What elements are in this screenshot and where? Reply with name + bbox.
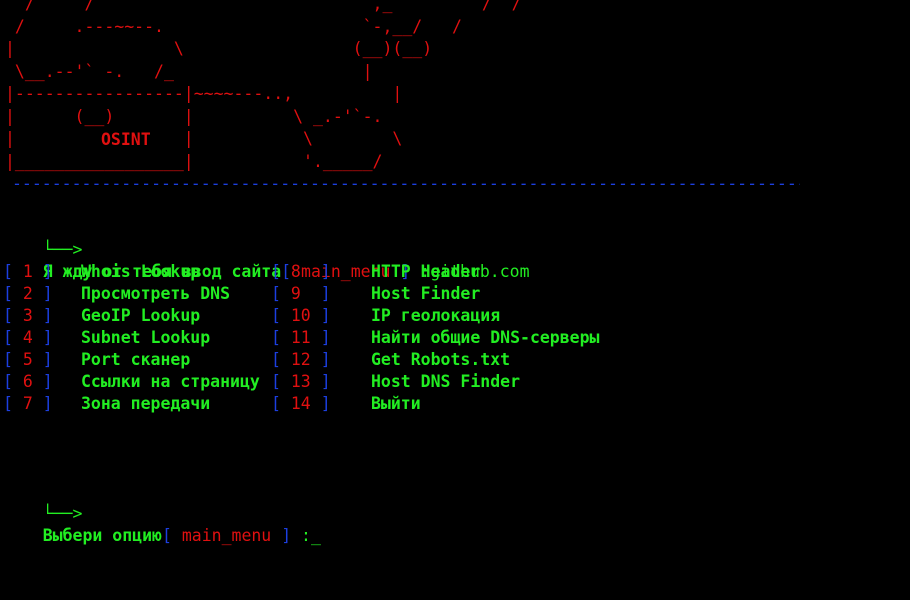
menu-option-label: Выйти — [371, 394, 421, 413]
bracket-close: ] — [281, 526, 292, 545]
bracket-close: ] — [320, 372, 331, 391]
menu-option-label: Просмотреть DNS — [81, 284, 231, 303]
option-number-value: 12 — [280, 350, 321, 369]
option-number: [ 1 ] — [3, 261, 53, 283]
option-number: [ 2 ] — [3, 283, 53, 305]
prompt-separator: : — [291, 526, 311, 545]
prompt-label: Выбери опцию — [42, 526, 162, 545]
option-number-value: 9 — [280, 284, 321, 303]
logo-art-text: / / ,_ / / / .---~~--. `-,__/ / | \ (__)… — [5, 0, 522, 171]
option-number: [ 7 ] — [3, 393, 53, 415]
bracket-open: [ — [3, 262, 13, 281]
menu-option-label: GeoIP Lookup — [81, 306, 201, 325]
bracket-close: ] — [320, 306, 331, 325]
bracket-open: [ — [271, 262, 281, 281]
bracket-close: ] — [42, 328, 53, 347]
menu-option-label: Whois Lookup — [81, 262, 201, 281]
bracket-open: [ — [3, 372, 13, 391]
menu-row: [ 5 ] Port сканер [ 12 ] Get Robots.txt — [0, 349, 910, 371]
option-number: [ 3 ] — [3, 305, 53, 327]
menu-option-label: Host Finder — [371, 284, 481, 303]
bracket-open: [ — [3, 394, 13, 413]
menu-option-label: IP геолокация — [371, 306, 501, 325]
option-number: [ 11 ] — [271, 327, 331, 349]
option-number-value: 3 — [12, 306, 43, 325]
option-number-value: 11 — [280, 328, 321, 347]
bracket-open: [ — [161, 526, 172, 545]
option-number: [ 9 ] — [271, 283, 331, 305]
bracket-close: ] — [42, 394, 53, 413]
option-number: [ 10 ] — [271, 305, 331, 327]
option-number-value: 4 — [12, 328, 43, 347]
bracket-close: ] — [320, 394, 331, 413]
option-number-value: 5 — [12, 350, 43, 369]
bracket-close: ] — [42, 350, 53, 369]
option-number: [ 8 ] — [271, 261, 331, 283]
osint-logo-label: OSINT — [101, 130, 151, 149]
bracket-open: [ — [3, 284, 13, 303]
option-number-value: 1 — [12, 262, 43, 281]
option-number: [ 13 ] — [271, 371, 331, 393]
option-number: [ 5 ] — [3, 349, 53, 371]
menu-row: [ 1 ] Whois Lookup [ 8 ] HTTP Header — [0, 261, 910, 283]
bracket-open: [ — [271, 350, 281, 369]
terminal-window[interactable]: / / ,_ / / / .---~~--. `-,__/ / | \ (__)… — [0, 0, 910, 600]
option-number: [ 6 ] — [3, 371, 53, 393]
bracket-close: ] — [320, 262, 331, 281]
bracket-open: [ — [3, 306, 13, 325]
menu-option-label: Subnet Lookup — [81, 328, 211, 347]
bracket-close: ] — [42, 262, 53, 281]
option-input-prompt[interactable]: └──> Выбери опцию[ main_menu ] :_ — [3, 481, 321, 569]
menu-option-label: Host DNS Finder — [371, 372, 521, 391]
menu-option-label: Найти общие DNS-серверы — [371, 328, 600, 347]
option-number-value: 10 — [280, 306, 321, 325]
section-divider: ----------------------------------------… — [12, 174, 800, 193]
menu-option-label: Ссылки на страницу — [81, 372, 260, 391]
text-cursor[interactable]: _ — [311, 526, 321, 545]
bracket-open: [ — [271, 284, 281, 303]
bracket-close: ] — [42, 284, 53, 303]
menu-tag: main_menu — [171, 526, 282, 545]
bracket-open: [ — [271, 394, 281, 413]
option-number-value: 7 — [12, 394, 43, 413]
bracket-open: [ — [3, 350, 13, 369]
bracket-open: [ — [271, 306, 281, 325]
option-number-value: 8 — [280, 262, 321, 281]
bracket-close: ] — [320, 328, 331, 347]
bracket-close: ] — [42, 306, 53, 325]
bracket-close: ] — [320, 350, 331, 369]
prompt-arrow: └──> — [42, 240, 83, 259]
option-number: [ 12 ] — [271, 349, 331, 371]
menu-option-label: Зона передачи — [81, 394, 211, 413]
menu-row: [ 3 ] GeoIP Lookup [ 10 ] IP геолокация — [0, 305, 910, 327]
osint-logo-art: / / ,_ / / / .---~~--. `-,__/ / | \ (__)… — [5, 0, 522, 173]
option-number-value: 6 — [12, 372, 43, 391]
option-number-value: 14 — [280, 394, 321, 413]
menu-option-label: HTTP Header — [371, 262, 481, 281]
menu-row: [ 4 ] Subnet Lookup [ 11 ] Найти общие DNS-… — [0, 327, 910, 349]
menu-row: [ 2 ] Просмотреть DNS [ 9 ] Host Finder — [0, 283, 910, 305]
bracket-close: ] — [42, 372, 53, 391]
option-number: [ 14 ] — [271, 393, 331, 415]
menu-row: [ 7 ] Зона передачи [ 14 ] Выйти — [0, 393, 910, 415]
bracket-open: [ — [271, 328, 281, 347]
bracket-close: ] — [320, 284, 331, 303]
menu-option-label: Get Robots.txt — [371, 350, 511, 369]
option-number-value: 13 — [280, 372, 321, 391]
option-number: [ 4 ] — [3, 327, 53, 349]
bracket-open: [ — [271, 372, 281, 391]
option-number-value: 2 — [12, 284, 43, 303]
menu-row: [ 6 ] Ссылки на страницу [ 13 ] Host DNS Fi… — [0, 371, 910, 393]
prompt-arrow: └──> — [42, 504, 83, 523]
menu-option-label: Port сканер — [81, 350, 191, 369]
bracket-open: [ — [3, 328, 13, 347]
